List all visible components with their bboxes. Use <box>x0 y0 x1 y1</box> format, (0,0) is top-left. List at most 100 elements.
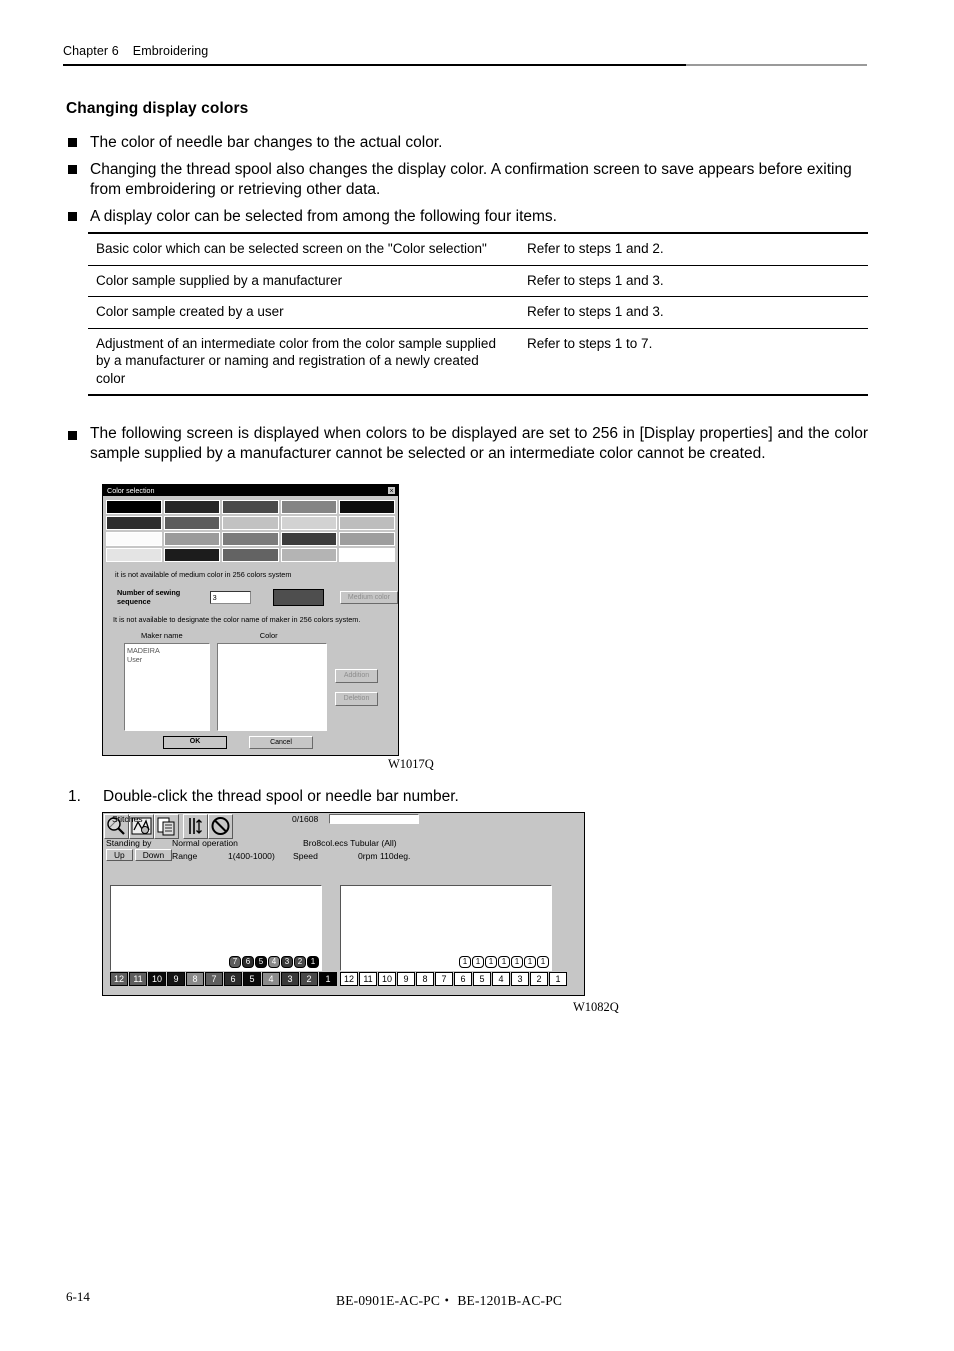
right-design-panel[interactable]: 1111111 <box>340 885 552 971</box>
addition-button[interactable]: Addition <box>335 668 378 683</box>
thread-spool[interactable]: 1 <box>307 956 319 968</box>
needle-bar-number[interactable]: 7 <box>205 972 223 986</box>
close-icon[interactable]: × <box>387 486 396 495</box>
needle-bar-number[interactable]: 12 <box>340 972 358 986</box>
color-swatch[interactable] <box>164 548 221 562</box>
needle-bar-number[interactable]: 6 <box>454 972 472 986</box>
needle-bar-number[interactable]: 8 <box>186 972 204 986</box>
needle-bar-number[interactable]: 2 <box>530 972 548 986</box>
color-swatch-grid[interactable] <box>106 500 395 562</box>
right-needle-bar-strip[interactable]: 12 11 10 9 8 7 6 5 4 3 2 1 <box>340 972 568 986</box>
table-cell-ref: Refer to steps 1 and 3. <box>519 265 868 298</box>
needle-bar-number[interactable]: 11 <box>129 972 147 986</box>
thread-spool[interactable]: 7 <box>229 956 241 968</box>
thread-spool[interactable]: 5 <box>255 956 267 968</box>
color-swatch[interactable] <box>280 500 337 514</box>
needle-bar-number[interactable]: 12 <box>110 972 128 986</box>
needle-bar-number[interactable]: 1 <box>549 972 567 986</box>
stitches-label: Stitches <box>112 814 143 824</box>
color-swatch[interactable] <box>106 516 163 530</box>
color-label: Color <box>259 631 278 640</box>
bullet-text-4: The following screen is displayed when c… <box>90 425 868 462</box>
thread-spool[interactable]: 1 <box>524 956 536 968</box>
down-button[interactable]: Down <box>134 849 173 861</box>
needle-bar-number[interactable]: 11 <box>359 972 377 986</box>
needle-bar-number[interactable]: 7 <box>435 972 453 986</box>
thread-spool[interactable]: 4 <box>268 956 280 968</box>
needle-bar-number[interactable]: 6 <box>224 972 242 986</box>
thread-spool[interactable]: 1 <box>498 956 510 968</box>
thread-spool[interactable]: 1 <box>537 956 549 968</box>
thread-spool[interactable]: 1 <box>472 956 484 968</box>
color-swatch[interactable] <box>338 532 395 546</box>
left-spool-row[interactable]: 7654321 <box>228 956 319 968</box>
color-swatch[interactable] <box>222 532 279 546</box>
bullet-text-1: The color of needle bar changes to the a… <box>90 134 443 151</box>
cancel-button[interactable]: Cancel <box>249 736 313 749</box>
needle-bar-number[interactable]: 2 <box>300 972 318 986</box>
color-swatch[interactable] <box>338 548 395 562</box>
deletion-button[interactable]: Deletion <box>335 691 378 706</box>
color-swatch[interactable] <box>164 516 221 530</box>
thread-spool[interactable]: 2 <box>294 956 306 968</box>
needle-bar-number[interactable]: 9 <box>167 972 185 986</box>
needle-bar-number[interactable]: 10 <box>378 972 396 986</box>
thread-spool[interactable]: 1 <box>485 956 497 968</box>
color-swatch[interactable] <box>106 500 163 514</box>
needle-icon[interactable] <box>183 814 208 839</box>
needle-bar-number[interactable]: 4 <box>262 972 280 986</box>
color-swatch[interactable] <box>222 500 279 514</box>
color-swatch[interactable] <box>164 500 221 514</box>
list-labels-row: Maker name Color <box>103 631 398 640</box>
left-needle-bar-strip[interactable]: 12 11 10 9 8 7 6 5 4 3 2 1 <box>110 972 338 986</box>
range-value: 1(400-1000) <box>228 851 275 861</box>
list-item[interactable]: MADEIRA <box>127 646 209 655</box>
needle-bar-number[interactable]: 4 <box>492 972 510 986</box>
needle-bar-number[interactable]: 9 <box>397 972 415 986</box>
needle-bar-number[interactable]: 8 <box>416 972 434 986</box>
color-swatch[interactable] <box>280 548 337 562</box>
copy-icon[interactable] <box>154 814 179 839</box>
bullet-marker-1 <box>68 138 77 147</box>
color-swatch[interactable] <box>338 516 395 530</box>
color-swatch[interactable] <box>164 532 221 546</box>
speed-value: 0rpm 110deg. <box>358 851 411 861</box>
table-row: Basic color which can be selected screen… <box>88 231 868 266</box>
running-header: Chapter 6 Embroidering <box>63 44 208 58</box>
step-text: Double-click the thread spool or needle … <box>103 788 459 805</box>
sewing-sequence-input[interactable]: 3 <box>209 590 252 604</box>
color-selection-dialog[interactable]: Color selection × it is not available of… <box>102 484 399 756</box>
needle-bar-number[interactable]: 1 <box>319 972 337 986</box>
needle-bar-number[interactable]: 5 <box>243 972 261 986</box>
color-swatch[interactable] <box>106 548 163 562</box>
thread-spool[interactable]: 1 <box>459 956 471 968</box>
maker-name-list[interactable]: MADEIRA User <box>124 643 210 731</box>
thread-spool[interactable]: 6 <box>242 956 254 968</box>
color-swatch[interactable] <box>222 516 279 530</box>
bullet-marker-2 <box>68 165 77 174</box>
left-design-panel[interactable]: 7654321 <box>110 885 322 971</box>
bullet-text-3: A display color can be selected from amo… <box>90 208 557 225</box>
medium-color-message: it is not available of medium color in 2… <box>115 570 292 579</box>
color-swatch[interactable] <box>280 532 337 546</box>
thread-spool[interactable]: 1 <box>511 956 523 968</box>
bullet-text-2: Changing the thread spool also changes t… <box>90 161 852 198</box>
color-swatch[interactable] <box>280 516 337 530</box>
color-swatch[interactable] <box>222 548 279 562</box>
needle-bar-number[interactable]: 3 <box>281 972 299 986</box>
ok-button[interactable]: OK <box>163 736 227 749</box>
needle-bar-number[interactable]: 10 <box>148 972 166 986</box>
color-list[interactable] <box>217 643 327 731</box>
right-spool-row[interactable]: 1111111 <box>458 956 549 968</box>
thread-spool[interactable]: 3 <box>281 956 293 968</box>
color-swatch[interactable] <box>338 500 395 514</box>
up-button[interactable]: Up <box>106 849 133 861</box>
needle-bar-number[interactable]: 5 <box>473 972 491 986</box>
prohibit-icon[interactable] <box>208 814 233 839</box>
up-down-buttons: Up Down <box>106 849 173 861</box>
maker-name-message: It is not available to designate the col… <box>113 615 361 624</box>
needle-bar-number[interactable]: 3 <box>511 972 529 986</box>
list-item[interactable]: User <box>127 655 209 664</box>
medium-color-button[interactable]: Medium color <box>339 590 398 604</box>
color-swatch[interactable] <box>106 532 163 546</box>
